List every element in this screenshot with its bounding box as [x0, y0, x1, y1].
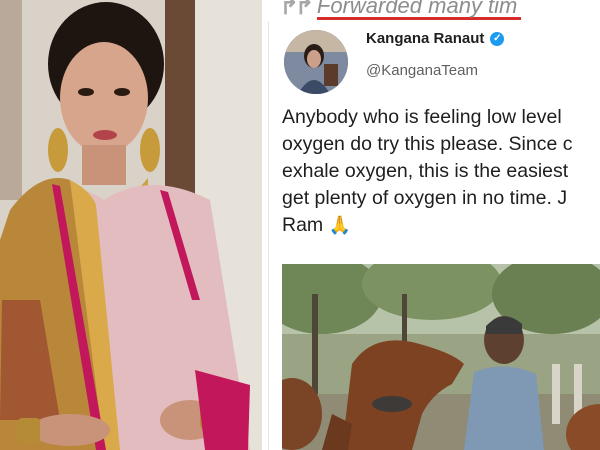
tweet-text-line-last: Ram 🙏	[282, 212, 600, 239]
forwarded-label: ↱↱ Forwarded many tim	[280, 0, 522, 20]
author-handle[interactable]: @KanganaTeam	[366, 62, 478, 79]
forwarded-text: Forwarded many tim	[316, 0, 522, 20]
portrait-photo	[0, 0, 262, 450]
pray-emoji-icon: 🙏	[328, 215, 352, 235]
avatar[interactable]	[284, 30, 348, 94]
tweet-text-ram: Ram	[282, 214, 324, 236]
tweet-text-line: Anybody who is feeling low level	[282, 106, 562, 128]
author-name[interactable]: Kangana Ranaut ✓	[366, 30, 505, 47]
forward-arrow-icon: ↱↱	[280, 0, 314, 19]
verified-badge-icon: ✓	[490, 31, 505, 46]
tweet-photo[interactable]	[282, 264, 600, 450]
tweet-text: Anybody who is feeling low level oxygen …	[282, 104, 600, 239]
tweet-text-line: oxygen do try this please. Since c	[282, 133, 573, 155]
tweet-text-line: get plenty of oxygen in no time. J	[282, 187, 568, 209]
tweet-photo-illustration	[282, 264, 600, 450]
tweet-text-line: exhale oxygen, this is the easiest	[282, 160, 569, 182]
author-name-text: Kangana Ranaut	[366, 30, 485, 47]
portrait-illustration	[0, 0, 262, 450]
avatar-image	[284, 30, 348, 94]
